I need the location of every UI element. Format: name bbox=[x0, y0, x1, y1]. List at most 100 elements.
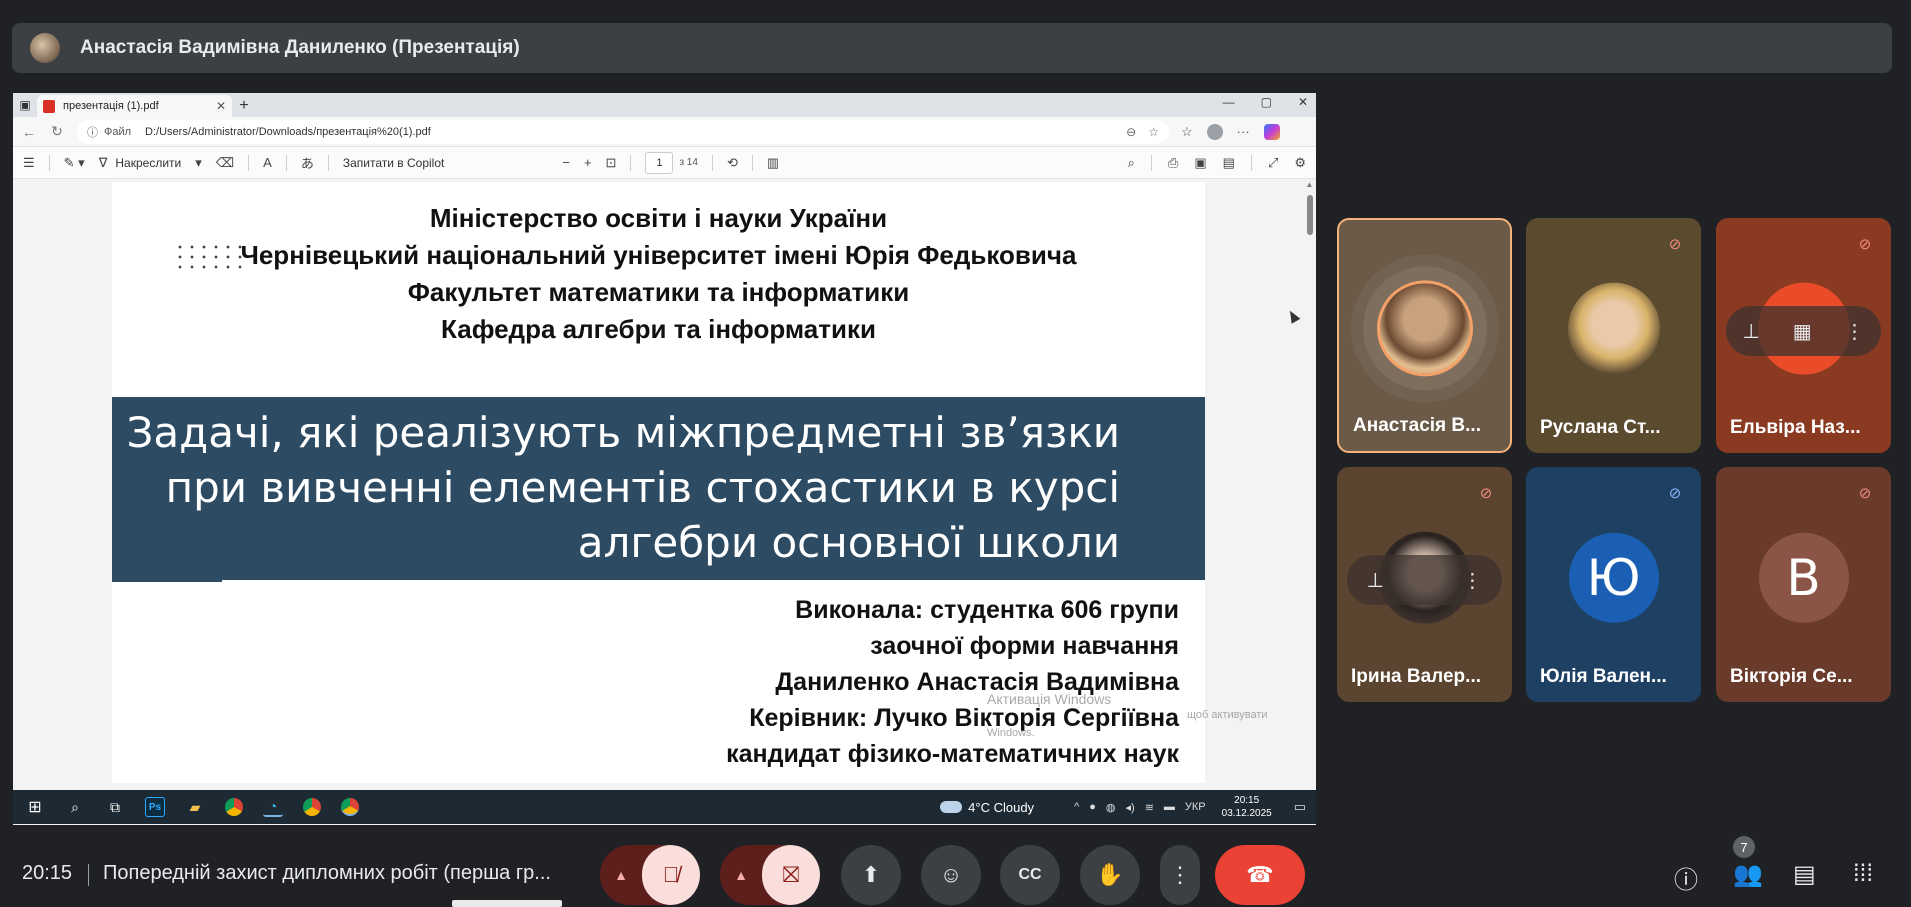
chat-icon[interactable]: ▤ bbox=[1793, 860, 1816, 889]
mic-toggle-button[interactable]: 🎙̸ bbox=[642, 845, 700, 905]
favorites-icon[interactable]: ☆ bbox=[1181, 124, 1193, 140]
translate-icon[interactable]: あ bbox=[301, 153, 314, 172]
scroll-thumb[interactable] bbox=[1306, 195, 1313, 235]
chevron-down-icon[interactable]: ▾ bbox=[195, 155, 202, 171]
back-icon[interactable]: ← bbox=[21, 124, 37, 140]
scroll-up-icon[interactable]: ▲ bbox=[1305, 180, 1314, 189]
save-as-icon[interactable]: ▤ bbox=[1223, 155, 1235, 171]
highlight-icon[interactable]: ✎ ▾ bbox=[64, 155, 85, 171]
remove-from-view-icon[interactable]: ▦ bbox=[1793, 319, 1812, 344]
contents-icon[interactable]: ☰ bbox=[23, 155, 35, 171]
hand-icon: ✋ bbox=[1096, 862, 1124, 887]
more-options-button[interactable]: ⋮ bbox=[1160, 845, 1200, 905]
toolbar-divider bbox=[248, 154, 250, 171]
draw-icon[interactable]: ∇ bbox=[99, 155, 108, 171]
notification-icon[interactable]: ▭ bbox=[1294, 799, 1306, 815]
zoom-icon[interactable]: ⊖ bbox=[1126, 125, 1136, 139]
search-icon[interactable]: ⌕ bbox=[1128, 155, 1135, 171]
participant-tile[interactable]: Анастасія В... bbox=[1337, 218, 1512, 453]
read-aloud-icon[interactable]: A bbox=[263, 155, 272, 170]
chrome-icon[interactable] bbox=[303, 798, 321, 816]
mic-icon[interactable]: ● bbox=[1089, 801, 1096, 813]
audio-settings-chevron-icon[interactable]: ▲ bbox=[600, 845, 642, 905]
rotate-icon[interactable]: ⟲ bbox=[727, 155, 738, 171]
participant-tile[interactable]: ⊘ ⊥ ▦ ⋮ Ельвіра Наз... bbox=[1716, 218, 1891, 453]
page-view-icon[interactable]: ▥ bbox=[767, 155, 779, 171]
avatar bbox=[1567, 282, 1660, 375]
title-line: Задачі, які реалізують міжпредметні зв’я… bbox=[126, 408, 1120, 457]
pdf-toolbar: ☰ ✎ ▾ ∇ Накреслити ▾ ⌫ A あ Запитати в Co… bbox=[13, 147, 1316, 179]
wifi-icon[interactable]: ≋ bbox=[1145, 801, 1154, 814]
video-settings-chevron-icon[interactable]: ▲ bbox=[720, 845, 762, 905]
maximize-icon[interactable]: ▢ bbox=[1261, 95, 1272, 109]
draw-button[interactable]: Накреслити bbox=[115, 156, 181, 170]
pin-icon[interactable]: ⊥ bbox=[1742, 319, 1759, 344]
page-number-input[interactable]: 1 bbox=[645, 151, 674, 174]
pdf-viewport[interactable]: Міністерство освіти і науки України Черн… bbox=[13, 180, 1316, 783]
windows-start-icon[interactable]: ⊞ bbox=[25, 797, 45, 817]
activities-grid-icon[interactable]: ⁞⁞⁞ bbox=[1853, 860, 1873, 888]
info-icon[interactable]: ⓘ bbox=[87, 124, 98, 140]
header-line: Кафедра алгебри та інформатики bbox=[441, 314, 876, 344]
workspaces-icon[interactable]: ▣ bbox=[13, 93, 37, 117]
task-view-icon[interactable]: ⧉ bbox=[105, 797, 125, 817]
eraser-icon[interactable]: ⌫ bbox=[216, 155, 234, 171]
people-icon[interactable]: 👥 bbox=[1733, 860, 1763, 889]
participant-tile[interactable]: ⊘ Ю Юлія Вален... bbox=[1526, 467, 1701, 702]
camera-toggle-button[interactable]: ⛝ bbox=[762, 845, 820, 905]
new-tab-button[interactable]: + bbox=[232, 95, 256, 117]
volume-icon[interactable]: ◂) bbox=[1126, 801, 1135, 814]
ask-copilot-button[interactable]: Запитати в Copilot bbox=[343, 156, 445, 170]
edge-icon[interactable]: ◔ bbox=[263, 797, 283, 817]
leave-call-button[interactable]: ☎ bbox=[1215, 845, 1305, 905]
captions-button[interactable]: CC bbox=[1000, 845, 1060, 905]
reactions-button[interactable]: ☺ bbox=[921, 845, 981, 905]
folder-icon[interactable]: ▰ bbox=[185, 797, 205, 817]
banner-accent bbox=[112, 580, 222, 582]
battery-icon[interactable]: ▬ bbox=[1164, 801, 1175, 813]
title-line: при вивченні елементів стохастики в курс… bbox=[165, 463, 1120, 512]
photoshop-icon[interactable]: Ps bbox=[145, 797, 165, 817]
close-window-icon[interactable]: ✕ bbox=[1298, 95, 1308, 109]
language-indicator[interactable]: УКР bbox=[1185, 801, 1206, 813]
chrome-icon[interactable] bbox=[341, 798, 359, 816]
slide-author-block: Виконала: студентка 606 групи заочної фо… bbox=[726, 592, 1179, 772]
more-options-icon[interactable]: ⋮ bbox=[1462, 568, 1482, 593]
favorite-star-icon[interactable]: ☆ bbox=[1148, 125, 1159, 139]
more-options-icon[interactable]: ⋮ bbox=[1845, 319, 1865, 344]
weather-widget[interactable]: 4°C Cloudy bbox=[940, 800, 1034, 815]
chrome-icon[interactable] bbox=[225, 798, 243, 816]
close-tab-icon[interactable]: ✕ bbox=[216, 99, 226, 113]
pin-icon[interactable]: ⊥ bbox=[1367, 568, 1384, 593]
meeting-details-icon[interactable]: ⓘ bbox=[1674, 860, 1698, 895]
header-line: Чернівецький національний університет ім… bbox=[240, 240, 1077, 270]
minimize-icon[interactable]: — bbox=[1223, 95, 1235, 109]
shared-screen: ▣ презентація (1).pdf ✕ + — ▢ ✕ ← ↻ ⓘ Фа… bbox=[13, 93, 1316, 825]
zoom-out-icon[interactable]: − bbox=[562, 155, 570, 170]
settings-gear-icon[interactable]: ⚙ bbox=[1294, 155, 1306, 171]
meet-window: Анастасія Вадимівна Даниленко (Презентац… bbox=[0, 0, 1911, 907]
copilot-icon[interactable] bbox=[1263, 123, 1280, 140]
browser-tab[interactable]: презентація (1).pdf ✕ bbox=[37, 95, 232, 117]
participant-tile[interactable]: ⊘ ⊥ ⋮ Ірина Валер... bbox=[1337, 467, 1512, 702]
present-button[interactable]: ⬆ bbox=[841, 845, 901, 905]
url-scheme: Файл bbox=[104, 125, 132, 138]
system-clock[interactable]: 20:15 03.12.2025 bbox=[1222, 794, 1272, 820]
pdf-scrollbar[interactable]: ▲ bbox=[1305, 180, 1314, 783]
print-icon[interactable]: ⎙ bbox=[1168, 155, 1178, 171]
participant-tile[interactable]: ⊘ В Вікторія Се... bbox=[1716, 467, 1891, 702]
zoom-in-icon[interactable]: + bbox=[584, 155, 592, 170]
fit-page-icon[interactable]: ⊡ bbox=[606, 155, 617, 171]
url-field[interactable]: ⓘ Файл D:/Users/Administrator/Downloads/… bbox=[77, 119, 1169, 144]
refresh-icon[interactable]: ↻ bbox=[49, 123, 65, 140]
raise-hand-button[interactable]: ✋ bbox=[1080, 845, 1140, 905]
system-tray: ^ ● ◍ ◂) ≋ ▬ УКР 20:15 03.12.2025 ▭ bbox=[1074, 794, 1316, 820]
more-icon[interactable]: ··· bbox=[1237, 124, 1250, 139]
save-icon[interactable]: ▣ bbox=[1194, 155, 1206, 171]
fullscreen-icon[interactable]: ⤢ bbox=[1268, 155, 1278, 171]
participant-tile[interactable]: ⊘ Руслана Ст... bbox=[1526, 218, 1701, 453]
search-icon[interactable]: ⌕ bbox=[65, 797, 85, 817]
network-icon[interactable]: ◍ bbox=[1106, 801, 1116, 814]
profile-icon[interactable] bbox=[1206, 123, 1223, 140]
chevron-up-icon[interactable]: ^ bbox=[1074, 801, 1079, 813]
